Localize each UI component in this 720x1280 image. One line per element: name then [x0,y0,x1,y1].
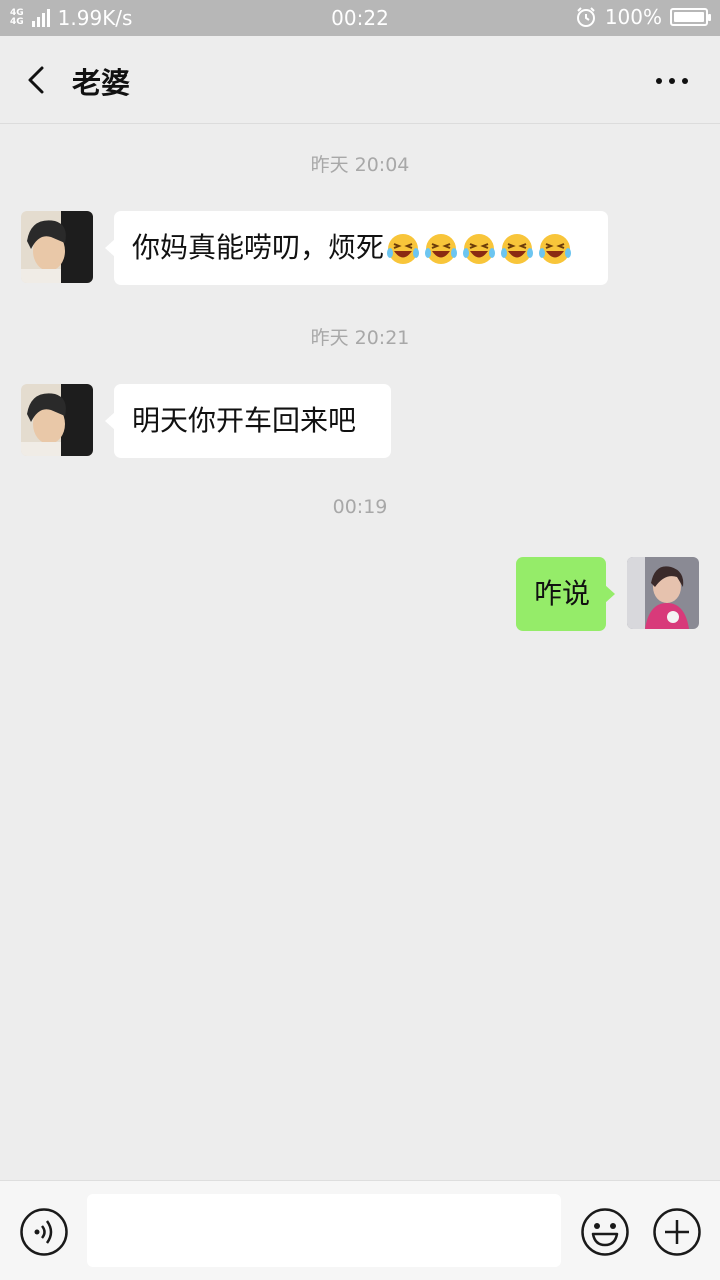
message-bubble[interactable]: 你妈真能唠叨，烦死 [105,211,608,285]
message-text: 咋说 [534,577,591,610]
emoji-row [386,232,572,266]
laughing-emoji [387,234,420,264]
message-text: 你妈真能唠叨，烦死 [132,231,385,264]
laughing-emoji [539,234,572,264]
message-timestamp: 昨天 20:21 [310,327,410,349]
message-bubble[interactable]: 咋说 [516,557,615,631]
laughing-emoji [501,234,534,264]
contact-avatar[interactable] [21,384,93,456]
status-bar: 4G 4G 1.99K/s 00:22 100% [0,0,720,36]
chat-header: 老婆 [0,36,720,124]
emoji-icon[interactable] [580,1207,630,1257]
battery-icon [670,8,711,26]
message-text: 明天你开车回来吧 [132,404,357,437]
plus-icon[interactable] [652,1207,702,1257]
laughing-emoji [463,234,496,264]
laughing-emoji [425,234,458,264]
voice-icon[interactable] [19,1207,69,1257]
status-right: 100% [575,5,711,29]
message-timestamp: 00:19 [332,496,388,518]
my-avatar[interactable] [627,557,699,629]
message-bubble[interactable]: 明天你开车回来吧 [105,384,391,458]
alarm-icon [576,7,595,27]
input-bar [0,1180,720,1280]
chevron-left-icon[interactable] [18,60,58,100]
chat-title: 老婆 [72,66,131,100]
message-input[interactable] [87,1194,561,1267]
battery-percent: 100% [604,5,662,29]
contact-avatar[interactable] [21,211,93,283]
message-timestamp: 昨天 20:04 [310,154,410,176]
more-icon[interactable] [654,66,690,96]
